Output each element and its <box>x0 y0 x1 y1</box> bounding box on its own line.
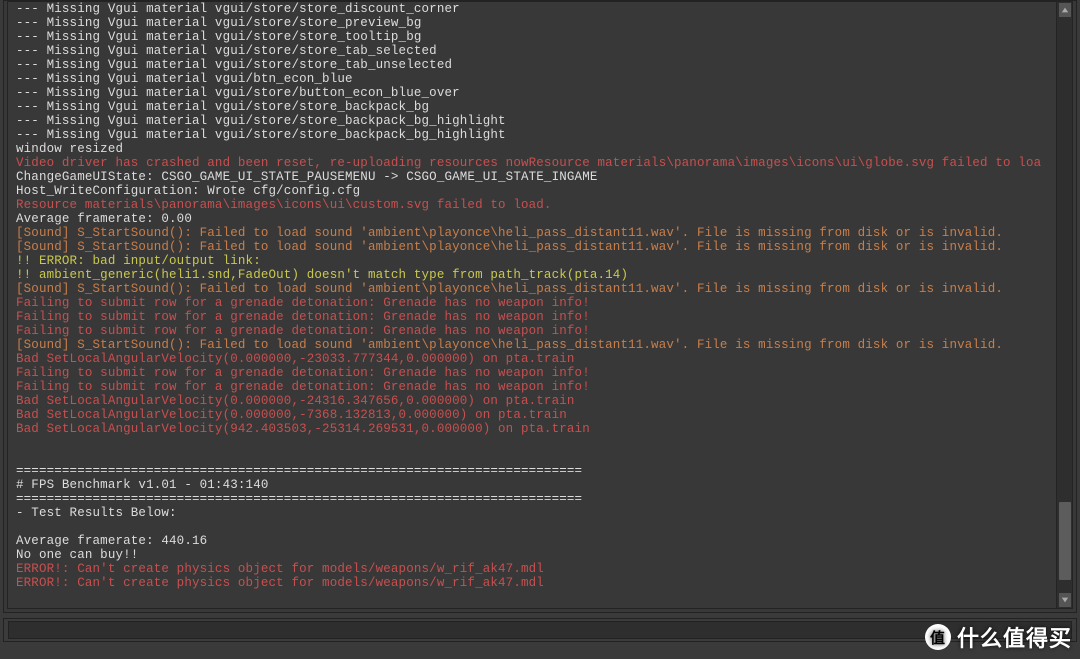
watermark-text: 什么值得买 <box>957 621 1072 653</box>
console-input-bar <box>3 618 1077 642</box>
vertical-scrollbar[interactable] <box>1056 2 1072 608</box>
console-input[interactable] <box>8 621 1072 639</box>
console-line: ERROR!: Can't create physics object for … <box>16 562 1064 576</box>
console-line: Video driver has crashed and been reset,… <box>16 156 1064 170</box>
scroll-down-button[interactable] <box>1059 593 1071 607</box>
console-line: Bad SetLocalAngularVelocity(0.000000,-24… <box>16 394 1064 408</box>
console-line: !! ambient_generic(heli1.snd,FadeOut) do… <box>16 268 1064 282</box>
console-line: --- Missing Vgui material vgui/store/sto… <box>16 16 1064 30</box>
console-line: --- Missing Vgui material vgui/btn_econ_… <box>16 72 1064 86</box>
console-line: No one can buy!! <box>16 548 1064 562</box>
console-line: [Sound] S_StartSound(): Failed to load s… <box>16 282 1064 296</box>
console-line: Failing to submit row for a grenade deto… <box>16 310 1064 324</box>
console-line: Average framerate: 440.16 <box>16 534 1064 548</box>
console-line: --- Missing Vgui material vgui/store/sto… <box>16 100 1064 114</box>
console-line: window resized <box>16 142 1064 156</box>
console-line: Average framerate: 0.00 <box>16 212 1064 226</box>
scroll-thumb[interactable] <box>1059 502 1071 580</box>
console-line: --- Missing Vgui material vgui/store/sto… <box>16 2 1064 16</box>
console-line: ERROR!: Can't create physics object for … <box>16 576 1064 590</box>
console-line <box>16 520 1064 534</box>
console-line: ========================================… <box>16 492 1064 506</box>
chevron-down-icon <box>1061 596 1069 604</box>
console-line <box>16 436 1064 450</box>
console-line: # FPS Benchmark v1.01 - 01:43:140 <box>16 478 1064 492</box>
console-line: Bad SetLocalAngularVelocity(0.000000,-23… <box>16 352 1064 366</box>
watermark: 值 什么值得买 <box>925 621 1072 653</box>
console-line: Failing to submit row for a grenade deto… <box>16 380 1064 394</box>
console-line: Failing to submit row for a grenade deto… <box>16 296 1064 310</box>
scroll-up-button[interactable] <box>1059 3 1071 17</box>
console-line: [Sound] S_StartSound(): Failed to load s… <box>16 338 1064 352</box>
console-line: [Sound] S_StartSound(): Failed to load s… <box>16 240 1064 254</box>
console-line: --- Missing Vgui material vgui/store/sto… <box>16 128 1064 142</box>
console-line: --- Missing Vgui material vgui/store/sto… <box>16 58 1064 72</box>
console-output: --- Missing Vgui material vgui/store/sto… <box>7 1 1073 609</box>
console-line: --- Missing Vgui material vgui/store/sto… <box>16 30 1064 44</box>
console-line: - Test Results Below: <box>16 506 1064 520</box>
console-line: ChangeGameUIState: CSGO_GAME_UI_STATE_PA… <box>16 170 1064 184</box>
console-line: --- Missing Vgui material vgui/store/but… <box>16 86 1064 100</box>
watermark-logo-icon: 值 <box>925 624 951 650</box>
console-line <box>16 450 1064 464</box>
console-line: [Sound] S_StartSound(): Failed to load s… <box>16 226 1064 240</box>
chevron-up-icon <box>1061 6 1069 14</box>
console-line <box>16 590 1064 604</box>
console-line: Failing to submit row for a grenade deto… <box>16 324 1064 338</box>
console-line: ========================================… <box>16 464 1064 478</box>
console-line: Resource materials\panorama\images\icons… <box>16 198 1064 212</box>
console-log: --- Missing Vgui material vgui/store/sto… <box>8 2 1072 604</box>
console-line: Host_WriteConfiguration: Wrote cfg/confi… <box>16 184 1064 198</box>
console-line: Bad SetLocalAngularVelocity(0.000000,-73… <box>16 408 1064 422</box>
console-line: Failing to submit row for a grenade deto… <box>16 366 1064 380</box>
console-line: --- Missing Vgui material vgui/store/sto… <box>16 114 1064 128</box>
console-frame: --- Missing Vgui material vgui/store/sto… <box>3 0 1077 613</box>
console-line: Bad SetLocalAngularVelocity(942.403503,-… <box>16 422 1064 436</box>
console-line: --- Missing Vgui material vgui/store/sto… <box>16 44 1064 58</box>
console-line: !! ERROR: bad input/output link: <box>16 254 1064 268</box>
